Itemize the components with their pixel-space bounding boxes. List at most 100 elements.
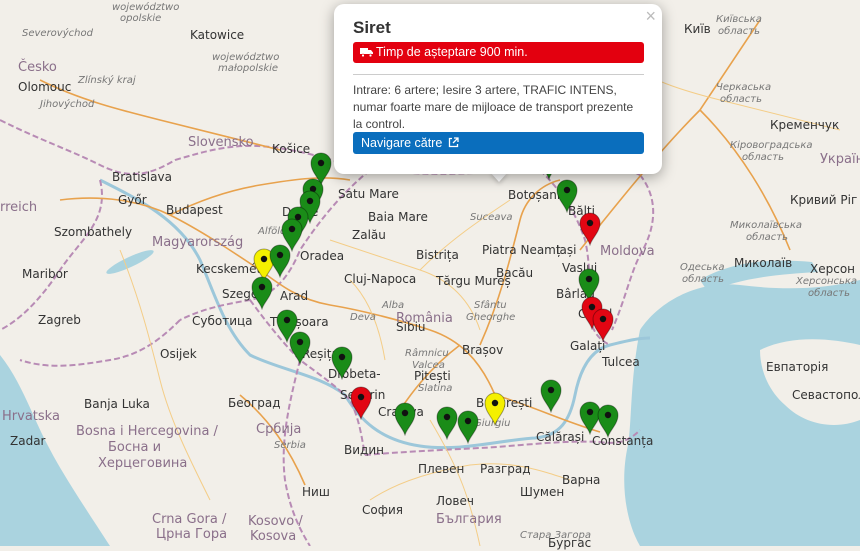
marker-icon	[394, 402, 416, 436]
map-label: Херсон	[810, 262, 856, 276]
map-label: Slovensko	[188, 135, 254, 150]
map-label: Плевен	[418, 462, 465, 476]
map-pin-green[interactable]	[457, 410, 479, 444]
map-pin-green[interactable]	[597, 404, 619, 438]
wait-time-badge: Timp de așteptare 900 min.	[353, 42, 644, 63]
marker-icon	[457, 410, 479, 444]
marker-icon	[251, 276, 273, 310]
map-label: Maribor	[22, 267, 68, 281]
map-label: Gheorghe	[466, 312, 516, 323]
map-label: Banja Luka	[84, 397, 150, 411]
popup-description: Intrare: 6 artere; Iesire 3 artere, TRAF…	[353, 83, 634, 131]
map-label: Bacău	[496, 266, 534, 280]
map-label: Суботица	[192, 314, 253, 328]
map-label: Київ	[684, 22, 711, 36]
map-label: Kosova	[250, 529, 297, 544]
map-label: Zlínský kraj	[78, 75, 136, 86]
crossing-popup: × Siret Timp de așteptare 900 min. Intra…	[334, 4, 662, 174]
marker-icon	[597, 404, 619, 438]
map-pin-green[interactable]	[269, 244, 291, 278]
map-label: Zadar	[10, 434, 46, 448]
map-label: Шумен	[520, 485, 565, 499]
truck-icon	[360, 48, 373, 58]
map-label: Црна Гора	[156, 527, 228, 542]
map-label: область	[808, 288, 851, 299]
map-label: Râmnicu	[405, 348, 449, 359]
marker-icon	[289, 331, 311, 365]
map-label: Bosna i Hercegovina /	[76, 424, 218, 439]
map-label: Szombathely	[54, 225, 133, 239]
marker-icon	[269, 244, 291, 278]
map-label: Botoșani	[508, 188, 561, 202]
map-label: Київська	[716, 14, 762, 25]
map-label: область	[718, 26, 761, 37]
marker-icon	[350, 386, 372, 420]
map-label: Sfântu	[474, 300, 507, 311]
map-label: województwo	[112, 2, 180, 13]
map-label: Baia Mare	[368, 210, 428, 224]
map-label: Slatina	[418, 383, 453, 394]
popup-title: Siret	[353, 18, 391, 37]
map-label: Україна	[820, 152, 860, 167]
map-label: Sibiu	[396, 320, 426, 334]
map-label: Kosovo /	[248, 514, 303, 529]
map-label: Osijek	[160, 347, 197, 361]
map-label: Arad	[280, 289, 309, 303]
map-label: Севастополь	[792, 388, 860, 402]
map-label: България	[436, 512, 502, 527]
close-button[interactable]: ×	[645, 6, 656, 26]
map-pin-green[interactable]	[436, 406, 458, 440]
map-label: Разград	[480, 462, 531, 476]
map-pin-red[interactable]	[579, 212, 601, 246]
map-label: Миколаїв	[734, 256, 793, 270]
map-label: Одеська	[680, 262, 725, 273]
map-label: opolskie	[120, 13, 162, 24]
map-label: Jihovýchod	[40, 99, 95, 110]
map-label: Kecskemét	[196, 262, 262, 276]
map-label: Кіровоградська	[730, 140, 813, 151]
marker-icon	[484, 392, 506, 426]
map-pin-green[interactable]	[556, 179, 578, 213]
map-label: Győr	[118, 193, 147, 207]
map-label: Crna Gora /	[152, 512, 227, 527]
map-label: Călărași	[536, 430, 585, 444]
map-label: Serbia	[274, 440, 306, 451]
map-pin-green[interactable]	[331, 346, 353, 380]
map-label: Херсонська	[796, 276, 858, 287]
map-label: Zagreb	[38, 313, 81, 327]
map-label: Budapest	[166, 203, 223, 217]
navigate-label: Navigare către	[361, 136, 443, 150]
map-pin-green[interactable]	[289, 331, 311, 365]
map-pin-red[interactable]	[592, 308, 614, 342]
map-label: Београд	[228, 396, 281, 410]
map-label: Бургас	[548, 536, 592, 550]
map-label: Oradea	[300, 249, 345, 263]
map-label: Варна	[562, 473, 601, 487]
map-pin-yellow[interactable]	[484, 392, 506, 426]
map-label: область	[746, 232, 789, 243]
map-pin-green[interactable]	[394, 402, 416, 436]
navigate-button[interactable]: Navigare către	[353, 132, 644, 154]
external-link-icon	[448, 137, 459, 148]
map-label: małopolskie	[218, 63, 279, 74]
map-label: Ниш	[302, 485, 330, 499]
map-pin-green[interactable]	[251, 276, 273, 310]
popup-divider	[353, 74, 644, 75]
map-label: województwo	[212, 52, 280, 63]
map-label: Кривий Ріг	[790, 193, 858, 207]
map-pin-green[interactable]	[540, 379, 562, 413]
map-label: Видин	[344, 443, 384, 457]
map-pin-red[interactable]	[350, 386, 372, 420]
map-label: Черкаська	[716, 82, 772, 93]
map-label: Deva	[350, 312, 376, 323]
map-label: Valcea	[412, 360, 445, 371]
map-label: Severovýchod	[22, 28, 93, 39]
map-label: Piatra Neamț	[482, 243, 561, 257]
map-label: область	[720, 94, 763, 105]
map-label: Zalău	[352, 228, 386, 242]
map-label: Moldova	[600, 244, 655, 259]
map[interactable]: województwo opolskie Severovýchod Katowice w…	[0, 0, 860, 550]
map-label: Satu Mare	[338, 187, 399, 201]
map-label: Olomouc	[18, 80, 72, 94]
map-label: Евпаторія	[766, 360, 829, 374]
